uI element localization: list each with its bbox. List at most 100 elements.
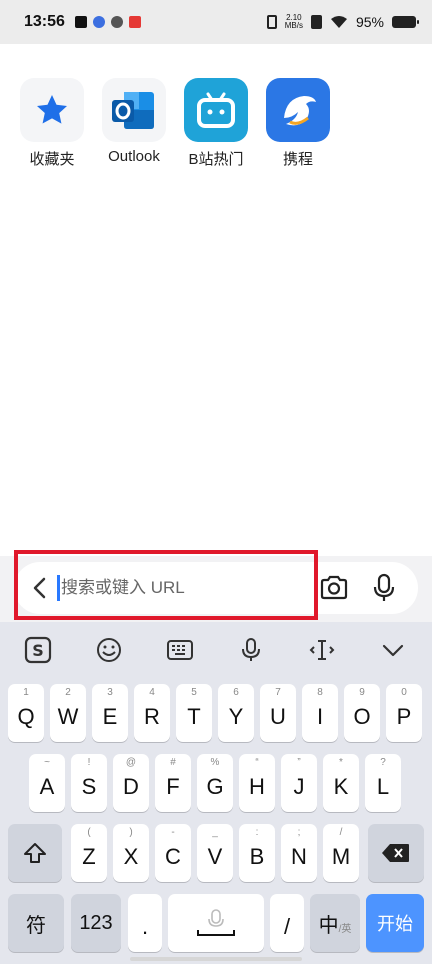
key-label: U xyxy=(270,704,286,729)
key-p[interactable]: 0P xyxy=(386,684,422,742)
key-hint: _ xyxy=(212,827,218,838)
key-x[interactable]: ) X xyxy=(113,824,149,882)
key-label: 123 xyxy=(79,911,113,934)
outlook-icon xyxy=(102,78,166,142)
key-i[interactable]: 8I xyxy=(302,684,338,742)
language-switch-key[interactable]: 中 /英 xyxy=(310,894,360,952)
key-r[interactable]: 4R xyxy=(134,684,170,742)
key-a[interactable]: ~ A xyxy=(29,754,65,812)
key-hint: ” xyxy=(297,757,301,768)
shortcut-outlook[interactable]: Outlook xyxy=(102,78,166,169)
battery-icon xyxy=(392,16,419,28)
sogou-logo-icon[interactable]: S xyxy=(24,636,52,664)
backspace-key[interactable] xyxy=(368,824,424,882)
microphone-icon[interactable] xyxy=(368,572,400,604)
key-d[interactable]: @ D xyxy=(113,754,149,812)
cursor-move-icon[interactable] xyxy=(308,636,336,664)
key-label: R xyxy=(144,704,160,729)
key-label: A xyxy=(39,774,55,799)
key-v[interactable]: _ V xyxy=(197,824,233,882)
key-hint: * xyxy=(339,757,343,768)
ctrip-dolphin-icon xyxy=(266,78,330,142)
sim-icon xyxy=(310,15,322,29)
address-bar-highlight xyxy=(14,550,318,620)
key-j[interactable]: ” J xyxy=(281,754,317,812)
news-notification-icon xyxy=(128,16,141,28)
shortcut-bilibili[interactable]: B站热门 xyxy=(184,78,248,169)
key-label: P xyxy=(396,704,412,729)
key-label: T xyxy=(187,704,201,729)
svg-text:S: S xyxy=(32,641,44,660)
camera-icon[interactable] xyxy=(318,572,350,604)
key-label: L xyxy=(376,774,390,799)
collapse-chevron-icon[interactable] xyxy=(379,636,407,664)
baidu-notification-icon xyxy=(92,16,105,28)
home-indicator[interactable] xyxy=(130,957,302,961)
symbols-key[interactable]: 符 xyxy=(8,894,64,952)
key-m[interactable]: / M xyxy=(323,824,359,882)
key-hint: 8 xyxy=(317,687,323,698)
key-label: N xyxy=(291,844,307,869)
key-hint: @ xyxy=(125,757,137,768)
key-label: I xyxy=(316,704,324,729)
net-speed: 2.10 MB/s xyxy=(285,14,303,30)
key-b[interactable]: :B xyxy=(239,824,275,882)
slash-key[interactable]: / xyxy=(270,894,304,952)
numbers-key[interactable]: 123 xyxy=(71,894,121,952)
key-hint: - xyxy=(171,827,175,838)
key-label: W xyxy=(57,704,79,729)
key-label: S xyxy=(81,774,97,799)
keyboard-icon[interactable] xyxy=(166,636,194,664)
key-label: Q xyxy=(17,704,35,729)
key-k[interactable]: * K xyxy=(323,754,359,812)
key-e[interactable]: 3E xyxy=(92,684,128,742)
key-label: H xyxy=(249,774,265,799)
shortcut-grid: 收藏夹 Outlook B站热门 携程 xyxy=(20,78,330,169)
key-label: / xyxy=(283,914,291,939)
key-hint: 2 xyxy=(65,687,71,698)
key-hint: 3 xyxy=(107,687,113,698)
keyboard: S 1Q 2W 3E 4R 5T 6Y 7U 8I 9O 0P ~ A ! S @ D… xyxy=(0,622,432,964)
key-hint: 1 xyxy=(23,687,29,698)
key-hint: ( xyxy=(87,827,91,838)
key-g[interactable]: % G xyxy=(197,754,233,812)
key-hint: 7 xyxy=(275,687,281,698)
key-label: 开始 xyxy=(377,914,413,934)
key-t[interactable]: 5T xyxy=(176,684,212,742)
shift-key[interactable] xyxy=(8,824,62,882)
key-z[interactable]: (Z xyxy=(71,824,107,882)
key-y[interactable]: 6Y xyxy=(218,684,254,742)
key-w[interactable]: 2W xyxy=(50,684,86,742)
shortcut-favorites[interactable]: 收藏夹 xyxy=(20,78,84,169)
key-label: 中 xyxy=(318,914,339,937)
key-hint: ? xyxy=(380,757,386,768)
voice-icon[interactable] xyxy=(237,636,265,664)
battery-percent: 95% xyxy=(355,14,384,30)
key-hint: 4 xyxy=(149,687,155,698)
emoji-icon[interactable] xyxy=(95,636,123,664)
key-sublabel: /英 xyxy=(338,923,352,935)
key-label: E xyxy=(102,704,118,729)
period-key[interactable]: . xyxy=(128,894,162,952)
key-u[interactable]: 7U xyxy=(260,684,296,742)
key-hint: 5 xyxy=(191,687,197,698)
key-c[interactable]: -C xyxy=(155,824,191,882)
key-l[interactable]: ? L xyxy=(365,754,401,812)
wifi-icon xyxy=(330,16,347,28)
shift-arrow-icon xyxy=(24,843,46,863)
key-h[interactable]: “H xyxy=(239,754,275,812)
app-notification-icon xyxy=(110,16,123,28)
key-n[interactable]: ; N xyxy=(281,824,317,882)
key-o[interactable]: 9O xyxy=(344,684,380,742)
key-label: G xyxy=(206,774,224,799)
key-s[interactable]: ! S xyxy=(71,754,107,812)
key-q[interactable]: 1Q xyxy=(8,684,44,742)
space-key[interactable] xyxy=(168,894,264,952)
key-f[interactable]: # F xyxy=(155,754,191,812)
status-bar: 13:56 2.10 MB/s 95% xyxy=(0,0,432,44)
go-button[interactable]: 开始 xyxy=(366,894,424,952)
backspace-icon xyxy=(382,844,409,862)
key-label: C xyxy=(165,844,181,869)
shortcut-ctrip[interactable]: 携程 xyxy=(266,78,330,169)
key-hint: 9 xyxy=(359,687,365,698)
